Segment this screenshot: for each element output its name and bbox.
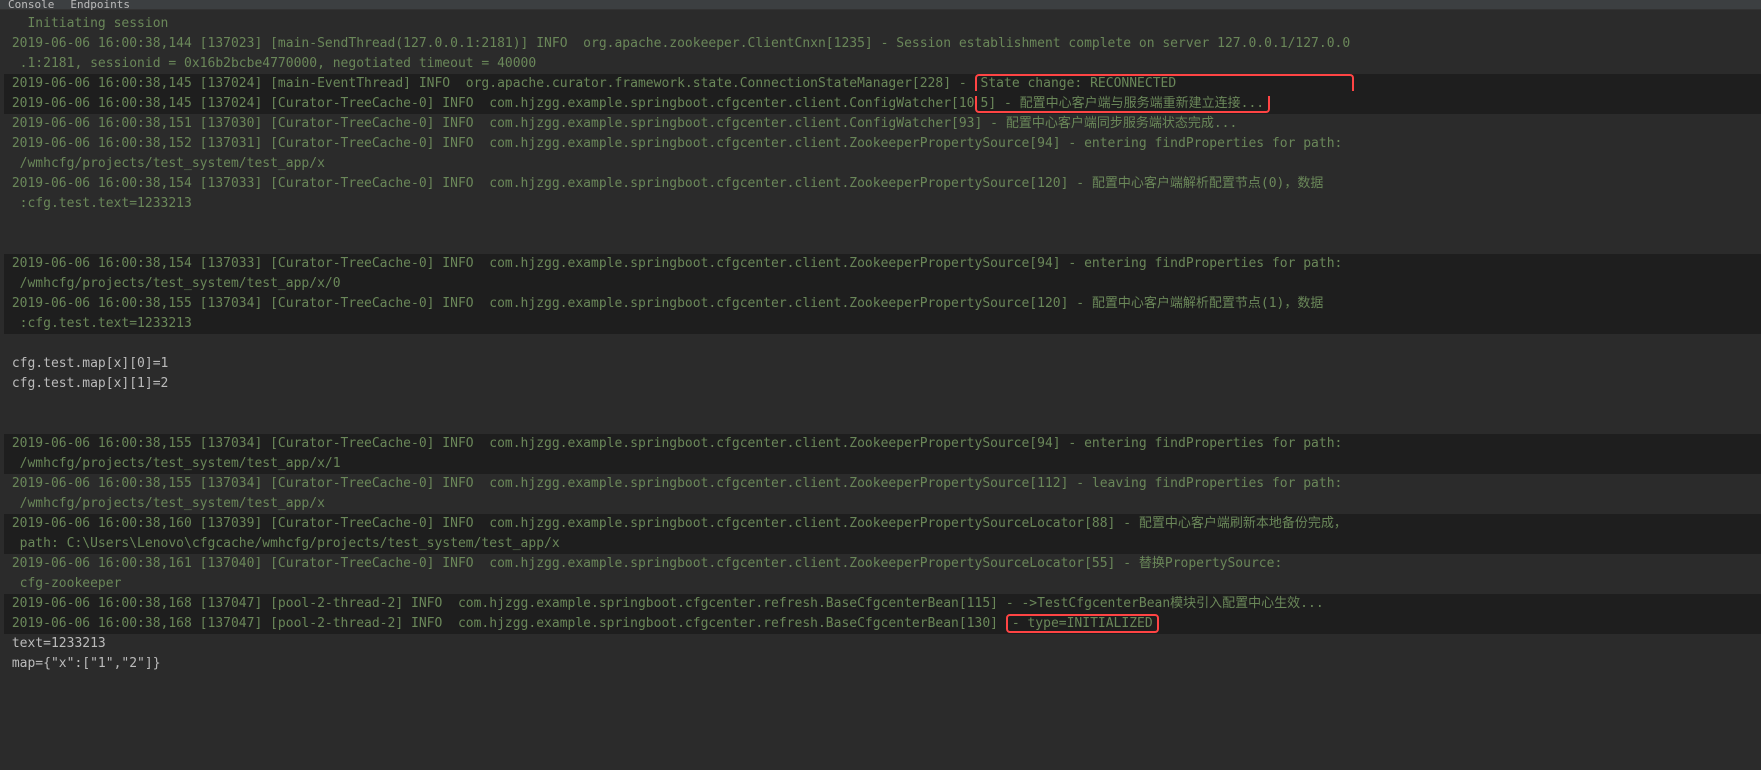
log-line: 2019-06-06 16:00:38,151 [137030] [Curato…: [4, 114, 1761, 134]
log-line: 2019-06-06 16:00:38,155 [137034] [Curato…: [4, 474, 1761, 494]
log-line: 2019-06-06 16:00:38,155 [137034] [Curato…: [4, 294, 1761, 314]
log-line: Initiating session: [4, 14, 1761, 34]
log-line: cfg.test.map[x][1]=2: [4, 374, 1761, 394]
log-line: 2019-06-06 16:00:38,152 [137031] [Curato…: [4, 134, 1761, 154]
console-output[interactable]: Initiating session 2019-06-06 16:00:38,1…: [0, 10, 1761, 678]
log-line: 2019-06-06 16:00:38,154 [137033] [Curato…: [4, 254, 1761, 274]
log-line: map={"x":["1","2"]}: [4, 654, 1761, 674]
log-text: 2019-06-06 16:00:38,145 [137024] [main-E…: [4, 76, 975, 91]
log-line: :cfg.test.text=1233213: [4, 314, 1761, 334]
log-line: .1:2181, sessionid = 0x16b2bcbe4770000, …: [4, 54, 1761, 74]
log-line: [4, 214, 1761, 234]
log-line: :cfg.test.text=1233213: [4, 194, 1761, 214]
tab-endpoints[interactable]: Endpoints: [70, 0, 130, 11]
log-line: [4, 334, 1761, 354]
log-line: path: C:\Users\Lenovo\cfgcache/wmhcfg/pr…: [4, 534, 1761, 554]
log-text: 2019-06-06 16:00:38,168 [137047] [pool-2…: [4, 616, 1006, 631]
log-line: 2019-06-06 16:00:38,145 [137024] [Curato…: [4, 94, 1761, 114]
log-line: 2019-06-06 16:00:38,144 [137023] [main-S…: [4, 34, 1761, 54]
log-line: 2019-06-06 16:00:38,168 [137047] [pool-2…: [4, 594, 1761, 614]
log-line: /wmhcfg/projects/test_system/test_app/x/…: [4, 454, 1761, 474]
log-line: 2019-06-06 16:00:38,161 [137040] [Curato…: [4, 554, 1761, 574]
tab-bar: Console Endpoints: [0, 0, 1761, 10]
tab-console[interactable]: Console: [8, 0, 54, 11]
highlighted-segment: 5] - 配置中心客户端与服务端重新建立连接...: [975, 96, 1271, 113]
log-text: 2019-06-06 16:00:38,145 [137024] [Curato…: [4, 96, 975, 111]
highlighted-segment: State change: RECONNECTED: [975, 74, 1355, 91]
log-line: 2019-06-06 16:00:38,160 [137039] [Curato…: [4, 514, 1761, 534]
log-line: cfg.test.map[x][0]=1: [4, 354, 1761, 374]
log-line: 2019-06-06 16:00:38,155 [137034] [Curato…: [4, 434, 1761, 454]
log-line: 2019-06-06 16:00:38,154 [137033] [Curato…: [4, 174, 1761, 194]
log-line: text=1233213: [4, 634, 1761, 654]
log-line: [4, 234, 1761, 254]
log-line: 2019-06-06 16:00:38,145 [137024] [main-E…: [4, 74, 1761, 94]
log-line: /wmhcfg/projects/test_system/test_app/x/…: [4, 274, 1761, 294]
log-line: [4, 414, 1761, 434]
log-line: cfg-zookeeper: [4, 574, 1761, 594]
log-line: /wmhcfg/projects/test_system/test_app/x: [4, 494, 1761, 514]
log-line: 2019-06-06 16:00:38,168 [137047] [pool-2…: [4, 614, 1761, 634]
log-line: /wmhcfg/projects/test_system/test_app/x: [4, 154, 1761, 174]
log-line: [4, 394, 1761, 414]
highlighted-segment: - type=INITIALIZED: [1006, 614, 1159, 633]
